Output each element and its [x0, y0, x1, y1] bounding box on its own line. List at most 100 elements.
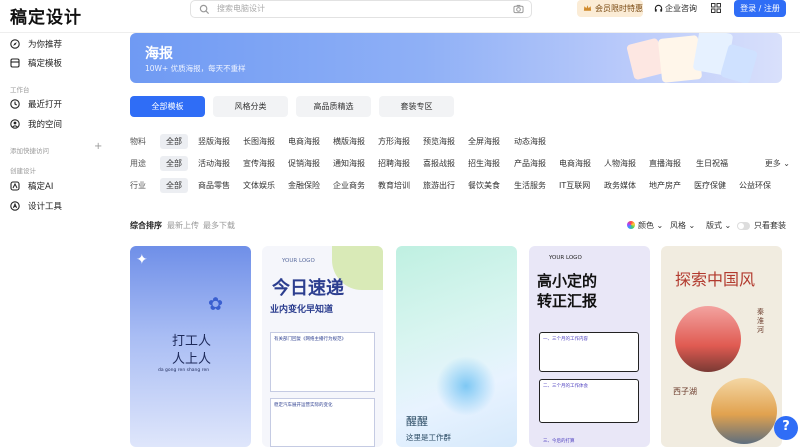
card-title-line: 高小定的 — [537, 272, 598, 290]
bundle-only-label: 只看套装 — [754, 221, 786, 230]
sidebar-group-quick-access: 添加快捷访问 — [10, 147, 49, 155]
filter-option[interactable]: 生日祝福 — [696, 156, 728, 171]
app-logo[interactable]: 稿定设计 — [10, 3, 82, 28]
template-tabs: 全部模板 风格分类 高品质精选 套装专区 — [130, 96, 460, 117]
filter-option[interactable]: 长图海报 — [243, 134, 275, 149]
card-title-line: 人上人 — [172, 352, 212, 367]
bundle-only-toggle[interactable] — [737, 222, 750, 230]
sidebar-item-label: 我的空间 — [28, 120, 63, 130]
template-card[interactable]: 探索中国风 秦淮河 西子湖 — [661, 246, 782, 447]
filter-option[interactable]: 生活服务 — [514, 178, 546, 193]
chevron-down-icon: ⌄ — [724, 221, 732, 230]
template-card[interactable]: YOUR LOGO 今日速递 业内变化早知道 有关部门回复《网络主播行为规范》 … — [262, 246, 383, 447]
filter-option[interactable]: 预览海报 — [423, 134, 455, 149]
tab-bundle-zone[interactable]: 套装专区 — [379, 96, 454, 117]
filter-option[interactable]: 人物海报 — [604, 156, 636, 171]
flower-icon: ✿ — [208, 294, 224, 315]
filter-option[interactable]: 金融保险 — [288, 178, 320, 193]
filter-option[interactable]: 竖版海报 — [198, 134, 230, 149]
filter-option[interactable]: 宣传海报 — [243, 156, 275, 171]
search-placeholder[interactable]: 搜索电脑设计 — [217, 3, 265, 14]
filter-more-button[interactable]: 更多 ⌄ — [765, 158, 790, 169]
template-icon — [10, 58, 20, 68]
apps-grid-icon[interactable] — [711, 3, 721, 13]
filter-option[interactable]: 医疗保健 — [694, 178, 726, 193]
filter-option[interactable]: 招聘海报 — [378, 156, 410, 171]
filter-option[interactable]: 旅游出行 — [423, 178, 455, 193]
filter-option[interactable]: 通知海报 — [333, 156, 365, 171]
filter-option[interactable]: 横版海报 — [333, 134, 365, 149]
sort-most-downloads[interactable]: 最多下载 — [203, 220, 235, 231]
ai-icon — [10, 181, 20, 191]
filter-option[interactable]: 商品零售 — [198, 178, 230, 193]
enterprise-label: 企业咨询 — [665, 4, 697, 13]
filter-option[interactable]: 电商海报 — [288, 134, 320, 149]
tab-high-quality[interactable]: 高品质精选 — [296, 96, 371, 117]
filter-option[interactable]: 直播海报 — [649, 156, 681, 171]
card-title: 醒醒 — [406, 415, 428, 428]
filter-option[interactable]: 活动海报 — [198, 156, 230, 171]
sidebar-item-ai[interactable]: 稿定AI — [10, 180, 53, 192]
card-headline: 今日速递 — [272, 278, 344, 299]
filter-option[interactable]: IT互联网 — [559, 178, 590, 193]
filter-option[interactable]: 企业商务 — [333, 178, 365, 193]
camera-icon[interactable] — [513, 4, 524, 14]
layout-filter[interactable]: 版式 ⌄ — [706, 220, 731, 231]
filter-option[interactable]: 全部 — [160, 178, 188, 193]
filter-option[interactable]: 地产房产 — [649, 178, 681, 193]
filter-option[interactable]: 文体娱乐 — [243, 178, 275, 193]
sidebar-item-label: 稿定模板 — [28, 59, 63, 69]
chevron-down-icon: ⌄ — [688, 221, 696, 230]
filter-option[interactable]: 喜报战报 — [423, 156, 455, 171]
color-filter-label: 颜色 — [638, 221, 654, 230]
filter-label: 物料 — [130, 137, 146, 146]
filter-option[interactable]: 全部 — [160, 156, 188, 171]
login-register-button[interactable]: 登录 / 注册 — [734, 0, 786, 17]
chevron-down-icon: ⌄ — [656, 221, 664, 230]
sidebar-item-templates[interactable]: 稿定模板 — [10, 57, 62, 69]
vip-promo-button[interactable]: 会员限时特惠 — [577, 0, 643, 17]
sidebar-item-recent[interactable]: 最近打开 — [10, 98, 62, 110]
tab-all-templates[interactable]: 全部模板 — [130, 96, 205, 117]
sidebar-item-recommend[interactable]: 为你推荐 — [10, 38, 62, 50]
card-section-title: 一、三个月的工作内容 — [543, 337, 588, 342]
filter-option[interactable]: 电商海报 — [559, 156, 591, 171]
vip-label: 会员限时特惠 — [595, 4, 643, 13]
sparkle-icon: ✦ — [136, 252, 148, 268]
sidebar: 为你推荐 稿定模板 工作台 最近打开 我的空间 添加快捷访问 + 创建设计 稿定… — [0, 33, 112, 447]
chevron-down-icon: ⌄ — [783, 159, 790, 168]
top-bar: 稿定设计 搜索电脑设计 会员限时特惠 企业咨询 登录 / 注册 — [0, 0, 800, 33]
filter-option[interactable]: 餐饮美食 — [468, 178, 500, 193]
sort-default[interactable]: 综合排序 — [130, 220, 162, 231]
add-quick-access-icon[interactable]: + — [94, 141, 102, 152]
sidebar-item-my-space[interactable]: 我的空间 — [10, 118, 62, 130]
template-card[interactable]: YOUR LOGO 高小定的 转正汇报 一、三个月的工作内容 二、三个月的工作体… — [529, 246, 650, 447]
filter-option[interactable]: 公益环保 — [739, 178, 771, 193]
card-place-label: 秦淮河 — [757, 308, 764, 334]
filter-option[interactable]: 方形海报 — [378, 134, 410, 149]
enterprise-consult-button[interactable]: 企业咨询 — [654, 3, 697, 14]
help-button[interactable]: ? — [774, 416, 798, 440]
color-filter[interactable]: 颜色 ⌄ — [627, 220, 663, 231]
card-glow — [436, 356, 496, 416]
search-box[interactable]: 搜索电脑设计 — [190, 0, 532, 18]
filter-option[interactable]: 政务媒体 — [604, 178, 636, 193]
filter-option[interactable]: 全部 — [160, 134, 188, 149]
filter-label: 用途 — [130, 159, 146, 168]
template-card[interactable]: ✦ 打工人 人上人 da gong ren shang ren ✿ — [130, 246, 251, 447]
filter-option[interactable]: 招生海报 — [468, 156, 500, 171]
template-card[interactable]: 醒醒 这里是工作群 — [396, 246, 517, 447]
user-icon — [10, 119, 20, 129]
sidebar-group-create: 创建设计 — [10, 167, 36, 175]
filter-option[interactable]: 产品海报 — [514, 156, 546, 171]
sidebar-item-label: 设计工具 — [28, 202, 63, 212]
filter-option[interactable]: 动态海报 — [514, 134, 546, 149]
sidebar-item-design-tools[interactable]: 设计工具 — [10, 200, 62, 212]
filter-option[interactable]: 全屏海报 — [468, 134, 500, 149]
tab-style-category[interactable]: 风格分类 — [213, 96, 288, 117]
filter-option[interactable]: 促销海报 — [288, 156, 320, 171]
style-filter[interactable]: 风格 ⌄ — [670, 220, 695, 231]
sidebar-item-label: 稿定AI — [28, 182, 54, 192]
sort-newest[interactable]: 最新上传 — [167, 220, 199, 231]
filter-option[interactable]: 教育培训 — [378, 178, 410, 193]
